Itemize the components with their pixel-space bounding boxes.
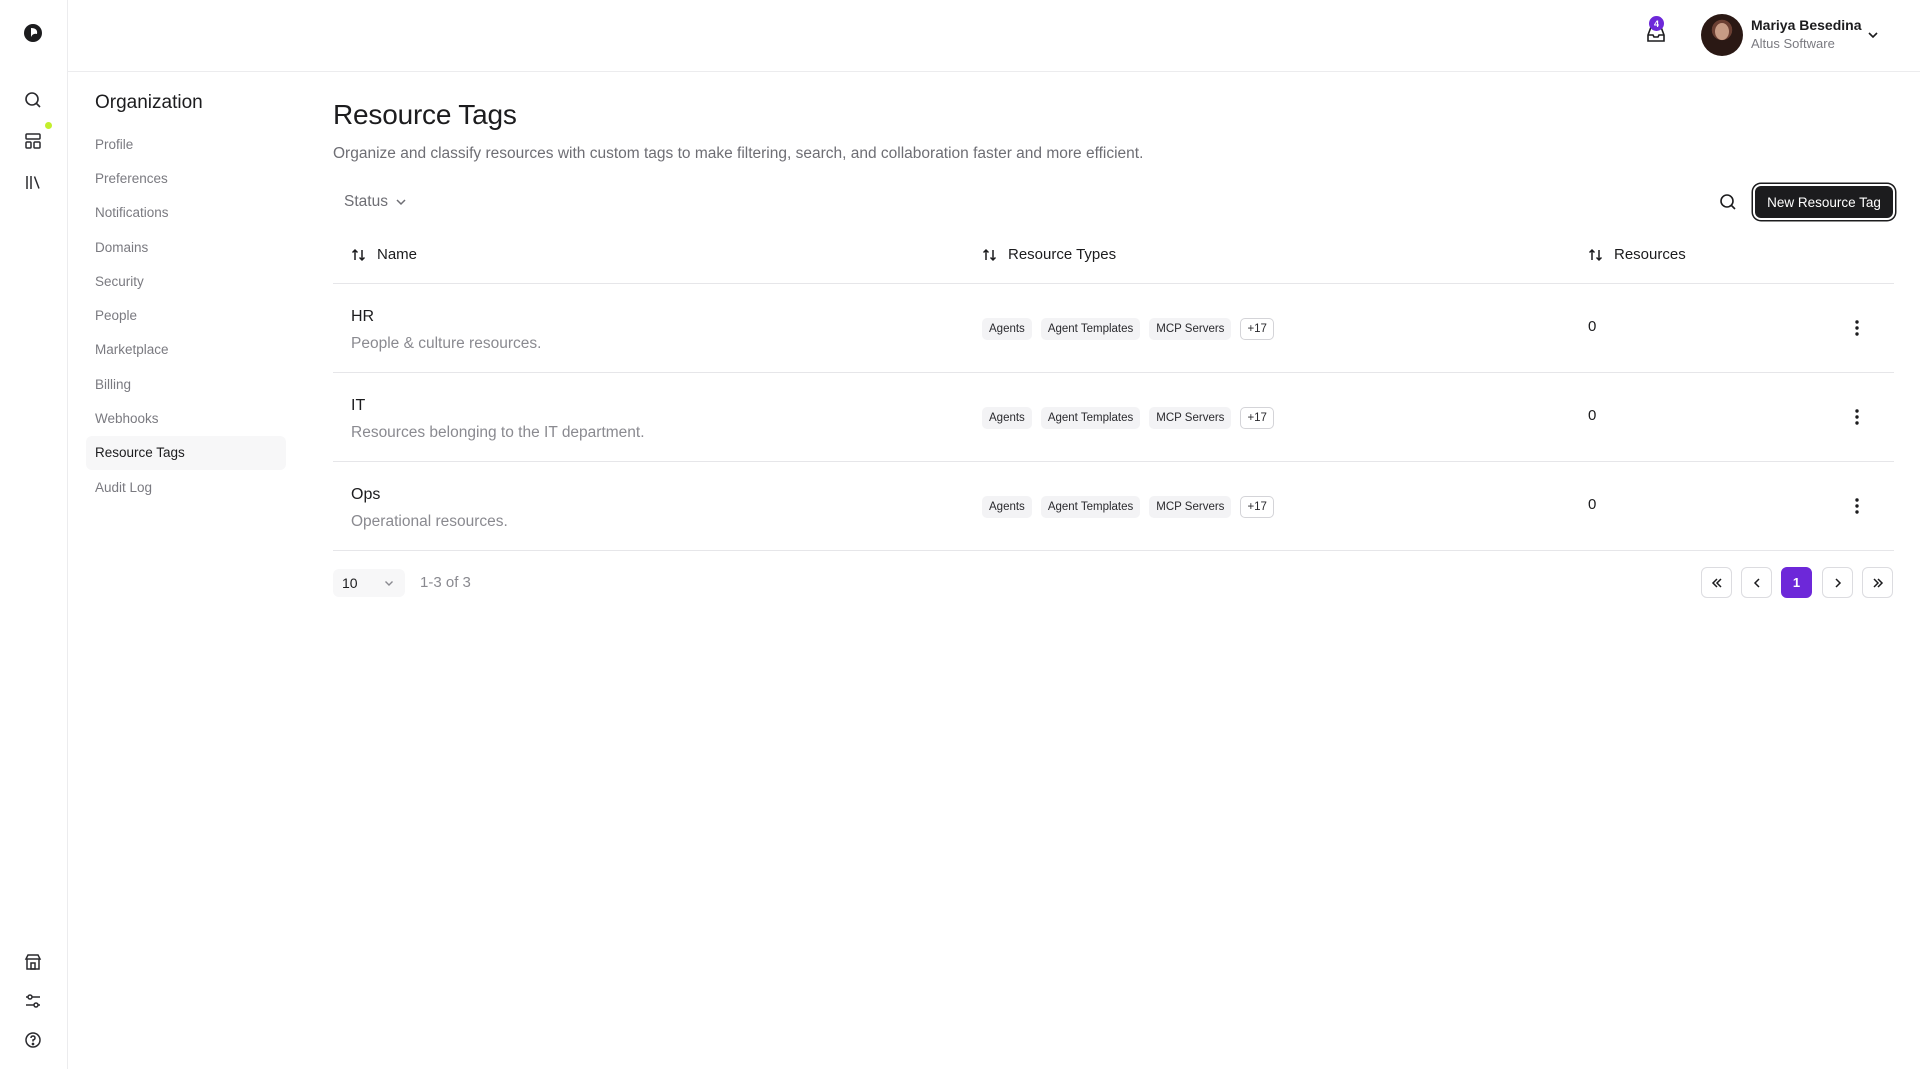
logo-icon[interactable] (17, 17, 49, 49)
nav-item-marketplace[interactable]: Marketplace (86, 333, 286, 367)
column-header-resource-types[interactable]: Resource Types (982, 246, 1116, 263)
next-page-button[interactable] (1822, 567, 1853, 598)
app-rail (0, 0, 68, 1069)
type-chip: MCP Servers (1149, 496, 1232, 518)
type-chip: Agents (982, 496, 1032, 518)
status-dot (45, 122, 52, 129)
type-chip: Agent Templates (1040, 318, 1141, 340)
page-subtitle: Organize and classify resources with cus… (333, 145, 1144, 162)
last-page-button[interactable] (1862, 567, 1893, 598)
settings-sliders-icon[interactable] (17, 985, 49, 1017)
type-chip: Agents (982, 318, 1032, 340)
type-chip: Agent Templates (1040, 407, 1141, 429)
new-resource-tag-button[interactable]: New Resource Tag (1755, 186, 1893, 218)
tag-name: HR (351, 308, 375, 325)
column-label: Resource Types (1008, 246, 1117, 263)
page-size-value: 10 (342, 575, 358, 591)
more-vertical-icon[interactable] (1845, 314, 1869, 342)
status-filter[interactable]: Status (336, 188, 416, 216)
page-title: Resource Tags (333, 99, 517, 130)
search-icon[interactable] (17, 84, 49, 116)
nav-item-resource-tags[interactable]: Resource Tags (86, 435, 286, 470)
type-chip: Agent Templates (1040, 496, 1141, 518)
sort-icon (1588, 247, 1604, 263)
first-page-button[interactable] (1701, 567, 1732, 598)
search-icon[interactable] (1714, 188, 1742, 216)
status-filter-label: Status (344, 193, 388, 210)
nav-item-people[interactable]: People (86, 298, 286, 332)
tag-name: Ops (351, 486, 381, 503)
chevron-left-icon (1750, 576, 1764, 590)
sort-icon (982, 247, 998, 263)
chevrons-right-icon (1871, 576, 1885, 590)
nav-item-security[interactable]: Security (86, 264, 286, 298)
column-header-resources[interactable]: Resources (1588, 246, 1686, 263)
nav-item-webhooks[interactable]: Webhooks (86, 401, 286, 435)
user-org: Altus Software (1751, 36, 1835, 51)
nav-item-audit-log[interactable]: Audit Log (86, 470, 286, 504)
resource-count: 0 (1588, 318, 1597, 335)
tag-description: Resources belonging to the IT department… (351, 424, 645, 441)
resource-types: Agents Agent Templates MCP Servers +17 (982, 496, 1274, 518)
chevron-right-icon (1831, 576, 1845, 590)
notification-badge: 4 (1649, 16, 1664, 31)
nav-item-preferences[interactable]: Preferences (86, 161, 286, 195)
chevron-down-icon (383, 577, 395, 589)
table-header: Name Resource Types Resources (333, 230, 1894, 284)
resource-types: Agents Agent Templates MCP Servers +17 (982, 407, 1274, 429)
chevron-down-icon[interactable] (1862, 24, 1884, 46)
table-row[interactable]: Ops Operational resources. Agents Agent … (333, 462, 1894, 551)
nav-item-billing[interactable]: Billing (86, 367, 286, 401)
resource-types: Agents Agent Templates MCP Servers +17 (982, 318, 1274, 340)
sort-icon (351, 247, 367, 263)
store-icon[interactable] (17, 946, 49, 978)
table-row[interactable]: HR People & culture resources. Agents Ag… (333, 284, 1894, 373)
dashboard-icon[interactable] (17, 125, 49, 157)
chevron-down-icon (394, 195, 408, 209)
resource-tags-table: Name Resource Types Resources HR People … (333, 230, 1894, 551)
resource-count: 0 (1588, 496, 1597, 513)
nav-item-notifications[interactable]: Notifications (86, 196, 286, 230)
type-chip: MCP Servers (1149, 318, 1232, 340)
column-label: Resources (1614, 246, 1686, 263)
nav-item-domains[interactable]: Domains (86, 230, 286, 264)
pagination-range: 1-3 of 3 (420, 574, 471, 591)
tag-description: Operational resources. (351, 513, 508, 530)
chevrons-left-icon (1710, 576, 1724, 590)
settings-nav: Profile Preferences Notifications Domain… (86, 127, 286, 504)
more-vertical-icon[interactable] (1845, 403, 1869, 431)
tag-description: People & culture resources. (351, 335, 542, 352)
help-icon[interactable] (17, 1024, 49, 1056)
more-vertical-icon[interactable] (1845, 492, 1869, 520)
settings-title: Organization (95, 92, 203, 113)
column-header-name[interactable]: Name (351, 246, 417, 263)
nav-item-profile[interactable]: Profile (86, 127, 286, 161)
more-types-chip[interactable]: +17 (1240, 407, 1274, 429)
current-page-button[interactable]: 1 (1781, 567, 1812, 598)
library-icon[interactable] (17, 166, 49, 198)
page-size-select[interactable]: 10 (333, 569, 405, 597)
more-types-chip[interactable]: +17 (1240, 496, 1274, 518)
previous-page-button[interactable] (1741, 567, 1772, 598)
table-row[interactable]: IT Resources belonging to the IT departm… (333, 373, 1894, 462)
tag-name: IT (351, 397, 366, 414)
column-label: Name (377, 246, 418, 263)
more-types-chip[interactable]: +17 (1240, 318, 1274, 340)
type-chip: Agents (982, 407, 1032, 429)
type-chip: MCP Servers (1149, 407, 1232, 429)
user-name: Mariya Besedina (1751, 17, 1862, 33)
resource-count: 0 (1588, 407, 1597, 424)
avatar[interactable] (1701, 14, 1743, 56)
